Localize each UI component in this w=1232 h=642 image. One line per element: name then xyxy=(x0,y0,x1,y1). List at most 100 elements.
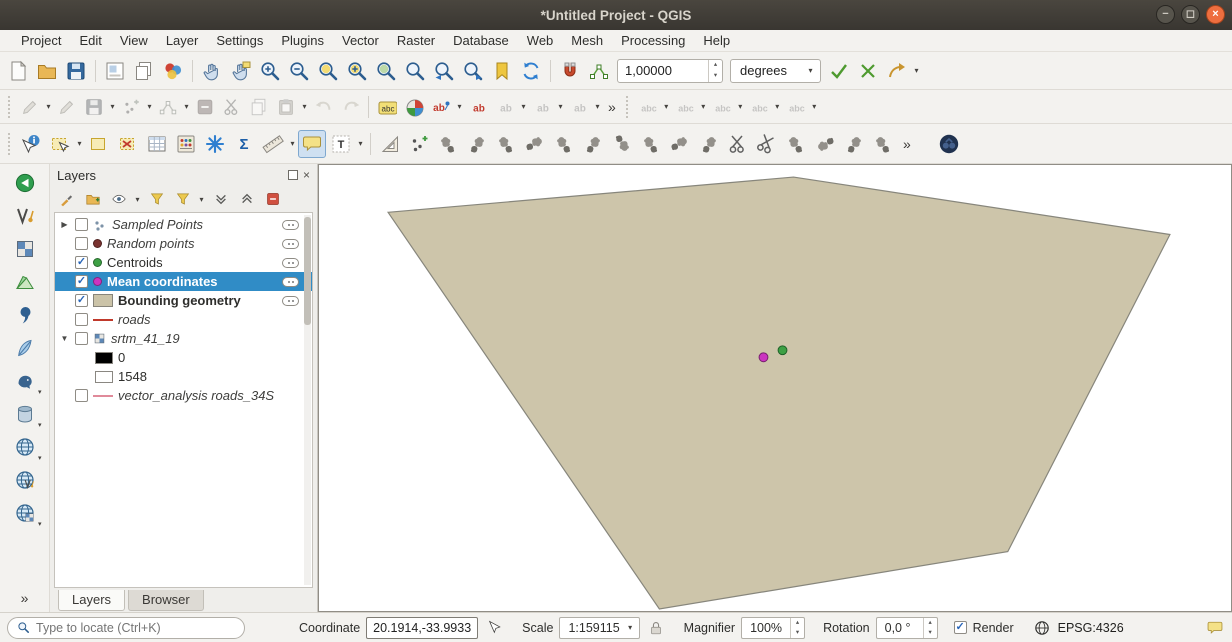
chevron-down-icon[interactable]: ▾ xyxy=(556,102,565,111)
show-hidden-diagram-button[interactable]: abc xyxy=(709,94,735,120)
chevron-down-icon[interactable]: ▾ xyxy=(75,139,84,148)
layer-item-sampled-points[interactable]: ▶ Sampled Points xyxy=(55,215,312,234)
filter-legend-button[interactable] xyxy=(145,189,168,210)
layer-checkbox[interactable]: ✓ xyxy=(75,256,88,269)
geometry-tool-button[interactable] xyxy=(608,130,636,158)
filter-legend-by-expression-button[interactable] xyxy=(171,189,194,210)
float-panel-icon[interactable] xyxy=(288,170,298,180)
regular-points-button[interactable] xyxy=(405,130,433,158)
layer-item-srtm[interactable]: ▼ srtm_41_19 xyxy=(55,329,312,348)
geometry-tool-button[interactable] xyxy=(782,130,810,158)
chevron-down-icon[interactable]: ▾ xyxy=(108,102,117,111)
tab-browser[interactable]: Browser xyxy=(128,590,204,611)
layer-indicator-icon[interactable] xyxy=(282,258,299,268)
shape-digitizing-button[interactable] xyxy=(376,130,404,158)
zoom-in-button[interactable] xyxy=(256,57,284,85)
data-source-manager-button[interactable] xyxy=(8,169,42,197)
snap-tolerance-input[interactable] xyxy=(618,63,708,78)
chevron-down-icon[interactable]: ▾ xyxy=(519,102,528,111)
chevron-down-icon[interactable]: ▾ xyxy=(182,102,191,111)
labeling-options-button[interactable] xyxy=(401,94,427,120)
step-up-icon[interactable] xyxy=(709,60,722,71)
geometry-tool-button[interactable] xyxy=(637,130,665,158)
menu-layer[interactable]: Layer xyxy=(157,31,208,50)
move-diagram-button[interactable]: abc xyxy=(746,94,772,120)
snap-tolerance-spinbox[interactable] xyxy=(617,59,723,83)
pin-diagram-button[interactable]: abc xyxy=(672,94,698,120)
geometry-tool-button[interactable] xyxy=(695,130,723,158)
add-raster-layer-button[interactable] xyxy=(8,235,42,263)
menu-help[interactable]: Help xyxy=(694,31,739,50)
manage-map-themes-button[interactable] xyxy=(107,189,130,210)
zoom-to-layer-button[interactable] xyxy=(372,57,400,85)
deselect-features-button[interactable] xyxy=(114,130,142,158)
layer-checkbox[interactable]: ✓ xyxy=(75,294,88,307)
add-feature-button[interactable] xyxy=(118,94,144,120)
collapse-all-button[interactable] xyxy=(235,189,258,210)
split-tool-button[interactable] xyxy=(753,130,781,158)
delete-selected-button[interactable] xyxy=(192,94,218,120)
search-plugin-button[interactable] xyxy=(935,130,963,158)
window-minimize-button[interactable]: − xyxy=(1156,5,1175,24)
open-attribute-table-button[interactable] xyxy=(143,130,171,158)
tab-layers[interactable]: Layers xyxy=(58,590,125,611)
add-vector-layer-button[interactable] xyxy=(8,202,42,230)
geometry-tool-button[interactable] xyxy=(521,130,549,158)
map-tips-button[interactable] xyxy=(298,130,326,158)
paste-features-button[interactable] xyxy=(273,94,299,120)
step-down-icon[interactable] xyxy=(924,628,937,638)
add-spatialite-layer-button[interactable] xyxy=(8,334,42,362)
change-label-button[interactable]: ab xyxy=(566,94,592,120)
vertex-tool-button[interactable] xyxy=(155,94,181,120)
add-mesh-layer-button[interactable] xyxy=(8,268,42,296)
menu-raster[interactable]: Raster xyxy=(388,31,444,50)
spinbox-steppers[interactable] xyxy=(708,60,722,82)
toolbar-overflow-button[interactable]: » xyxy=(898,136,916,152)
step-down-icon[interactable] xyxy=(709,71,722,82)
redo-button[interactable] xyxy=(337,94,363,120)
zoom-full-button[interactable] xyxy=(314,57,342,85)
layer-checkbox[interactable] xyxy=(75,332,88,345)
layer-labeling-button[interactable]: abc xyxy=(374,94,400,120)
menu-database[interactable]: Database xyxy=(444,31,518,50)
window-maximize-button[interactable]: ◻ xyxy=(1181,5,1200,24)
add-wfs-layer-button[interactable] xyxy=(8,466,42,494)
geometry-tool-button[interactable] xyxy=(550,130,578,158)
chevron-down-icon[interactable]: ▾ xyxy=(197,195,206,204)
chevron-down-icon[interactable]: ▾ xyxy=(912,66,921,75)
new-print-layout-button[interactable] xyxy=(101,57,129,85)
geometry-tool-button[interactable] xyxy=(492,130,520,158)
copy-features-button[interactable] xyxy=(246,94,272,120)
zoom-last-button[interactable] xyxy=(430,57,458,85)
layer-indicator-icon[interactable] xyxy=(282,220,299,230)
geometry-tool-button[interactable] xyxy=(869,130,897,158)
magnifier-spinbox[interactable]: 100% xyxy=(741,617,805,639)
pan-to-selection-button[interactable] xyxy=(227,57,255,85)
rotate-label-button[interactable]: ab xyxy=(529,94,555,120)
chevron-down-icon[interactable]: ▾ xyxy=(288,139,297,148)
window-close-button[interactable]: × xyxy=(1206,5,1225,24)
measure-button[interactable] xyxy=(259,130,287,158)
spinbox-steppers[interactable] xyxy=(790,618,804,638)
chevron-down-icon[interactable]: ▾ xyxy=(455,102,464,111)
geometry-tool-button[interactable] xyxy=(434,130,462,158)
layer-item-bounding-geometry[interactable]: ✓ Bounding geometry xyxy=(55,291,312,310)
zoom-out-button[interactable] xyxy=(285,57,313,85)
layer-item-vector-analysis-roads[interactable]: vector_analysis roads_34S xyxy=(55,386,312,405)
highlight-pinned-labels-button[interactable]: ab xyxy=(465,94,491,120)
split-tool-button[interactable] xyxy=(724,130,752,158)
chevron-down-icon[interactable]: ▾ xyxy=(662,102,671,111)
new-project-button[interactable] xyxy=(4,57,32,85)
menu-project[interactable]: Project xyxy=(12,31,70,50)
layer-item-centroids[interactable]: ✓ Centroids xyxy=(55,253,312,272)
step-down-icon[interactable] xyxy=(791,628,804,638)
expander-icon[interactable]: ▶ xyxy=(59,220,70,229)
zoom-native-button[interactable] xyxy=(401,57,429,85)
add-mssql-layer-button[interactable]: ▾ xyxy=(8,400,42,428)
add-group-button[interactable] xyxy=(81,189,104,210)
digitize-with-curve-button[interactable] xyxy=(883,57,911,85)
lock-scale-icon[interactable] xyxy=(646,618,666,638)
snapping-on-intersection-button[interactable] xyxy=(854,57,882,85)
menu-web[interactable]: Web xyxy=(518,31,563,50)
chevron-down-icon[interactable]: ▾ xyxy=(699,102,708,111)
